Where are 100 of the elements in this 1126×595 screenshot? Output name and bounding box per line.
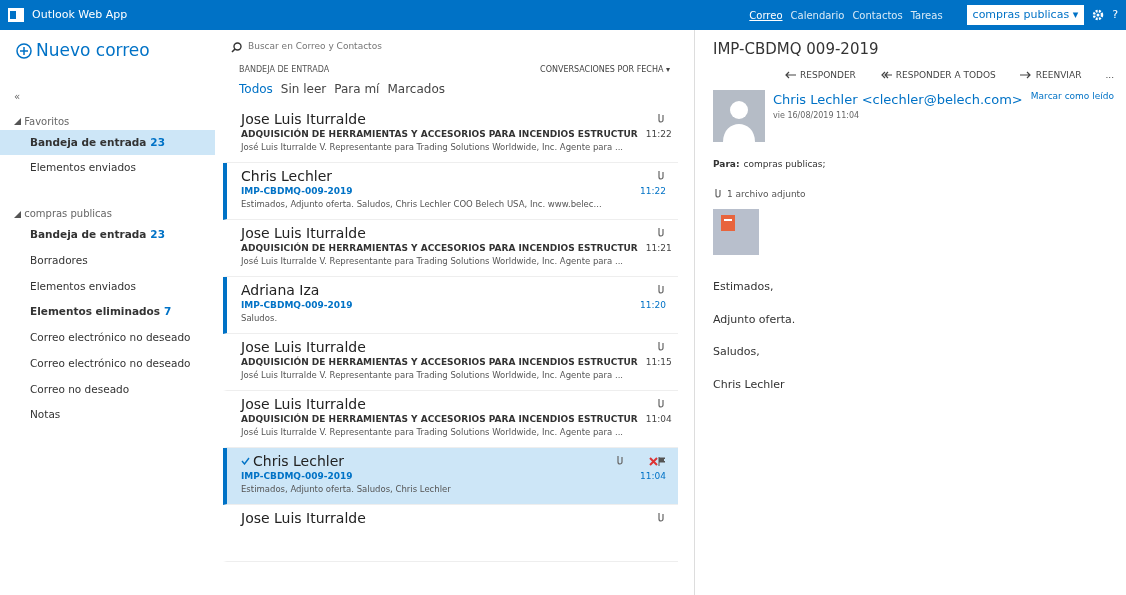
unread-count: 7	[163, 305, 172, 318]
sender-name: Adriana Iza	[241, 282, 321, 299]
message-row[interactable]: Adriana Iza IMP-CBDMQ-009-2019 11:20 Saludos.	[223, 277, 678, 334]
sender-name: Jose Luis Iturralde	[241, 510, 367, 527]
folder-item[interactable]: Correo electrónico no deseado	[0, 325, 215, 351]
message-row[interactable]: Chris Lechler IMP-CBDMQ-009-2019 11:22 Estimados, Adjunto oferta. Saludos, Chris Lechler COO Belech USA, Inc. www.belec...	[223, 163, 678, 220]
folder-item[interactable]: Elementos enviados	[0, 273, 215, 300]
settings-icon[interactable]	[1092, 9, 1105, 21]
sender-address[interactable]: Chris Lechler <clechler@belech.com>	[773, 90, 1023, 110]
folder-item[interactable]: Bandeja de entrada 23	[0, 129, 215, 156]
message-preview: José Luis Iturralde V. Representante para Trading Solutions Worldwide, Inc. Agente para ...	[241, 426, 625, 440]
message-time: 11:21	[645, 241, 672, 255]
message-subject: ADQUISICIÓN DE HERRAMIENTAS Y ACCESORIOS PARA INCENDIOS ESTRUCTUR	[241, 412, 638, 426]
folder-item[interactable]: Elementos eliminados 7	[0, 299, 215, 325]
message-preview: Estimados, Adjunto oferta. Saludos, Chris Lechler COO Belech USA, Inc. www.belec...	[241, 198, 603, 212]
message-subject: IMP-CBDMQ-009-2019	[241, 298, 353, 312]
sender-name: Jose Luis Iturralde	[241, 339, 367, 356]
collapse-button[interactable]: «	[0, 87, 27, 105]
message-subject-title: IMP-CBDMQ 009-2019	[713, 39, 880, 60]
body-paragraph: Saludos,	[713, 344, 761, 360]
message-time: 11:15	[645, 355, 672, 369]
message-preview: Saludos.	[241, 312, 279, 326]
body-paragraph: Estimados,	[713, 279, 775, 295]
message-time: 11:20	[640, 298, 666, 312]
attachments-label: 1 archivo adjunto	[727, 187, 806, 201]
filter-tab[interactable]: Sin leer	[280, 80, 335, 98]
filter-tab[interactable]: Para mí	[334, 80, 388, 98]
action-button[interactable]: REENVIAR	[1019, 68, 1082, 82]
message-row[interactable]: Jose Luis Iturralde ADQUISICIÓN DE HERRAMIENTAS Y ACCESORIOS PARA INCENDIOS ESTRUCTUR 11:21 José Luis Iturralde V. Representante para Trading Solutions Worldwide, Inc. Agente para ...	[223, 220, 678, 277]
nav-link[interactable]: Tareas	[910, 7, 943, 23]
reply-all-arrow-icon	[879, 71, 892, 80]
message-preview: José Luis Iturralde V. Representante para Trading Solutions Worldwide, Inc. Agente para ...	[241, 141, 625, 155]
unread-count: 23	[150, 228, 165, 240]
message-time: 11:22	[640, 184, 666, 198]
message-subject: ADQUISICIÓN DE HERRAMIENTAS Y ACCESORIOS PARA INCENDIOS ESTRUCTUR	[241, 127, 638, 141]
action-button[interactable]: RESPONDER A TODOS	[879, 68, 996, 82]
filter-tab[interactable]: Marcados	[387, 80, 453, 98]
message-subject: ADQUISICIÓN DE HERRAMIENTAS Y ACCESORIOS PARA INCENDIOS ESTRUCTUR	[241, 355, 638, 369]
nav-link[interactable]: Calendario	[790, 7, 845, 23]
unread-count: 23	[150, 135, 165, 148]
reply-arrow-icon	[784, 71, 797, 80]
account-menu[interactable]: compras publicas ▾	[966, 4, 1085, 26]
avatar-silhouette-icon	[713, 90, 765, 142]
message-subject: IMP-CBDMQ-009-2019	[241, 184, 353, 198]
folder-item[interactable]: Elementos enviados	[0, 155, 215, 181]
message-row[interactable]: Jose Luis Iturralde ADQUISICIÓN DE HERRAMIENTAS Y ACCESORIOS PARA INCENDIOS ESTRUCTUR 11:15 José Luis Iturralde V. Representante para Trading Solutions Worldwide, Inc. Agente para ...	[223, 334, 678, 391]
folder-item[interactable]: Correo no deseado	[0, 376, 215, 403]
message-preview: José Luis Iturralde V. Representante para Trading Solutions Worldwide, Inc. Agente para ...	[241, 369, 625, 383]
folder-item[interactable]: Correo electrónico no deseado	[0, 350, 215, 377]
expanded-triangle-icon	[14, 118, 21, 125]
paperclip-icon	[656, 113, 666, 126]
search-icon	[231, 41, 242, 53]
sender-name: Jose Luis Iturralde	[241, 396, 367, 413]
message-subject: ADQUISICIÓN DE HERRAMIENTAS Y ACCESORIOS PARA INCENDIOS ESTRUCTUR	[241, 241, 638, 255]
message-row[interactable]: Jose Luis Iturralde ADQUISICIÓN DE HERRAMIENTAS Y ACCESORIOS PARA INCENDIOS ESTRUCTUR 11:22 José Luis Iturralde V. Representante para Trading Solutions Worldwide, Inc. Agente para ...	[223, 106, 678, 163]
sender-name: Chris Lechler	[253, 453, 346, 470]
more-button[interactable]: ...	[1105, 68, 1114, 82]
message-time: 11:04	[640, 469, 666, 483]
app-title: Outlook Web App	[32, 6, 128, 23]
message-row[interactable]: Chris Lechler IMP-CBDMQ-009-2019 11:04 Estimados, Adjunto oferta. Saludos, Chris Lechler	[223, 448, 678, 505]
action-button[interactable]: RESPONDER	[784, 68, 856, 82]
folder-item[interactable]: Notas	[0, 402, 215, 428]
message-time: 11:04	[645, 412, 672, 426]
paperclip-icon	[656, 512, 666, 525]
sent-date: vie 16/08/2019 11:04	[773, 109, 861, 122]
folder-title: BANDEJA DE ENTRADA	[239, 64, 330, 76]
sort-menu[interactable]: CONVERSACIONES POR FECHA ▾	[540, 64, 670, 76]
recipient: compras publicas;	[743, 158, 826, 171]
mark-read-link[interactable]: Marcar como leído	[1030, 90, 1114, 142]
app-logo-icon	[8, 8, 24, 22]
nav-link[interactable]: Contactos	[852, 7, 903, 23]
message-time: 11:22	[645, 127, 672, 141]
attachment-thumbnail[interactable]	[713, 209, 759, 255]
folder-item[interactable]: Bandeja de entrada 23	[0, 222, 215, 248]
paperclip-icon	[713, 188, 723, 201]
new-mail-button[interactable]: Nuevo correo	[16, 38, 150, 64]
folder-item[interactable]: Borradores	[0, 247, 215, 274]
sender-name: Jose Luis Iturralde	[241, 111, 367, 128]
message-subject: IMP-CBDMQ-009-2019	[241, 469, 353, 483]
message-preview: José Luis Iturralde V. Representante para Trading Solutions Worldwide, Inc. Agente para ...	[241, 255, 625, 269]
paperclip-icon	[656, 398, 666, 411]
paperclip-icon	[656, 341, 666, 354]
message-preview: Estimados, Adjunto oferta. Saludos, Chris Lechler	[241, 483, 452, 497]
delete-icon[interactable]	[649, 456, 658, 466]
nav-link[interactable]: Correo	[749, 7, 783, 23]
folder-group-header[interactable]: compras publicas	[0, 205, 118, 222]
forward-arrow-icon	[1019, 71, 1032, 80]
filter-tab[interactable]: Todos	[239, 80, 281, 98]
paperclip-icon	[656, 284, 666, 297]
plus-circle-icon	[16, 42, 32, 59]
folder-group-header[interactable]: Favoritos	[0, 112, 76, 130]
expanded-triangle-icon	[14, 210, 21, 218]
flag-icon[interactable]	[658, 456, 666, 466]
message-row[interactable]: Jose Luis Iturralde	[223, 505, 678, 562]
paperclip-icon	[656, 170, 666, 183]
paperclip-icon	[615, 455, 625, 468]
body-paragraph: Chris Lechler	[713, 376, 786, 393]
body-paragraph: Adjunto oferta.	[713, 311, 797, 328]
help-button[interactable]: ?	[1112, 6, 1118, 24]
sender-name: Chris Lechler	[241, 168, 334, 185]
